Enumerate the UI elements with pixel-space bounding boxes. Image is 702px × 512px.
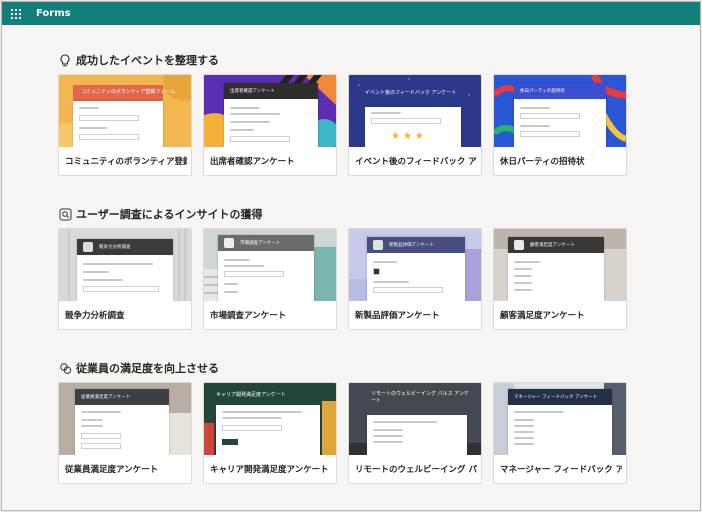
template-thumbnail: 休日パーティの招待状 [494, 75, 626, 147]
search-icon [58, 207, 72, 221]
thumbnail-title: 出席者確認アンケート [224, 83, 318, 99]
template-card-career-development[interactable]: キャリア開発満足度アンケート キャリア開発満足度アンケート [203, 382, 337, 484]
section-user-research: ユーザー調査によるインサイトの獲得 競争力分析調査 競争力分析調査 市場調査アン… [58, 206, 627, 330]
thumbnail-title: キャリア開発満足度アンケート [216, 392, 286, 398]
card-label: リモートのウェルビーイング パ… [355, 465, 477, 475]
rating-stars-icon: ★★★ [391, 131, 427, 142]
section-employee-satisfaction: 従業員の満足度を向上させる 従業員満足度アンケート 従業員満足度アンケート キャ… [58, 360, 627, 484]
template-thumbnail: コミュニティのボランティア登録フォーム [59, 75, 191, 147]
template-card-competitive-analysis[interactable]: 競争力分析調査 競争力分析調査 [58, 228, 192, 330]
template-card-new-product[interactable]: 新製品評価アンケート 新製品評価アンケート [348, 228, 482, 330]
submit-icon [222, 439, 238, 445]
card-label: 新製品評価アンケート [355, 311, 440, 321]
card-label: 従業員満足度アンケート [65, 465, 159, 475]
template-thumbnail: 顧客満足度アンケート [494, 229, 626, 301]
card-label: キャリア開発満足度アンケート [210, 465, 329, 475]
thumbnail-title: イベント後のフィードバック アンケート [365, 90, 457, 96]
card-label: 市場調査アンケート [210, 311, 287, 321]
template-thumbnail: 新製品評価アンケート [349, 229, 481, 301]
template-card-employee-satisfaction[interactable]: 従業員満足度アンケート 従業員満足度アンケート [58, 382, 192, 484]
template-thumbnail: 従業員満足度アンケート [59, 383, 191, 455]
section-title: 従業員の満足度を向上させる [76, 362, 219, 375]
template-thumbnail: 出席者確認アンケート [204, 75, 336, 147]
template-thumbnail: 競争力分析調査 [59, 229, 191, 301]
card-label: コミュニティのボランティア登録… [65, 157, 187, 167]
template-card-remote-wellbeing[interactable]: リモートのウェルビーイング パルス アンケート リモートのウェルビーイング パ… [348, 382, 482, 484]
section-organize-events: 成功したイベントを整理する コミュニティのボランティア登録フォーム コミュニティ… [58, 52, 627, 176]
card-label: 顧客満足度アンケート [500, 311, 585, 321]
thumbnail-title: リモートのウェルビーイング パルス アンケート [371, 391, 469, 404]
template-card-attendee[interactable]: 出席者確認アンケート 出席者確認アンケート [203, 74, 337, 176]
template-card-volunteer[interactable]: コミュニティのボランティア登録フォーム コミュニティのボランティア登録… [58, 74, 192, 176]
card-label: 競争力分析調査 [65, 311, 125, 321]
template-card-manager-feedback[interactable]: マネージャー フィードバック アンケート マネージャー フィードバック アン… [493, 382, 627, 484]
app-window: Forms 成功したイベントを整理する コミュニティのボランティア登録フォーム … [1, 1, 701, 511]
card-label: 休日パーティの招待状 [500, 157, 585, 167]
thumbnail-title: 従業員満足度アンケート [75, 389, 169, 405]
template-card-holiday-party[interactable]: 休日パーティの招待状 休日パーティの招待状 [493, 74, 627, 176]
thumbnail-title: コミュニティのボランティア登録フォーム [81, 89, 176, 95]
template-thumbnail: マネージャー フィードバック アンケート [494, 383, 626, 455]
app-bar: Forms [2, 2, 700, 25]
template-thumbnail: キャリア開発満足度アンケート [204, 383, 336, 455]
thumbnail-title: マネージャー フィードバック アンケート [508, 389, 612, 405]
template-card-market-research[interactable]: 市場調査アンケート 市場調査アンケート [203, 228, 337, 330]
template-card-event-feedback[interactable]: イベント後のフィードバック アンケート ★★★ イベント後のフィードバック アン… [348, 74, 482, 176]
lightbulb-icon [58, 53, 72, 67]
card-label: イベント後のフィードバック アン… [355, 157, 477, 167]
waffle-icon[interactable] [11, 8, 21, 19]
app-title[interactable]: Forms [36, 8, 71, 19]
section-title: ユーザー調査によるインサイトの獲得 [76, 208, 263, 221]
people-icon [58, 361, 72, 375]
card-label: マネージャー フィードバック アン… [500, 465, 622, 475]
section-title: 成功したイベントを整理する [76, 54, 219, 67]
template-thumbnail: リモートのウェルビーイング パルス アンケート [349, 383, 481, 455]
card-label: 出席者確認アンケート [210, 157, 295, 167]
thumbnail-title: 休日パーティの招待状 [514, 83, 606, 99]
template-thumbnail: 市場調査アンケート [204, 229, 336, 301]
template-thumbnail: イベント後のフィードバック アンケート ★★★ [349, 75, 481, 147]
template-card-customer-satisfaction[interactable]: 顧客満足度アンケート 顧客満足度アンケート [493, 228, 627, 330]
